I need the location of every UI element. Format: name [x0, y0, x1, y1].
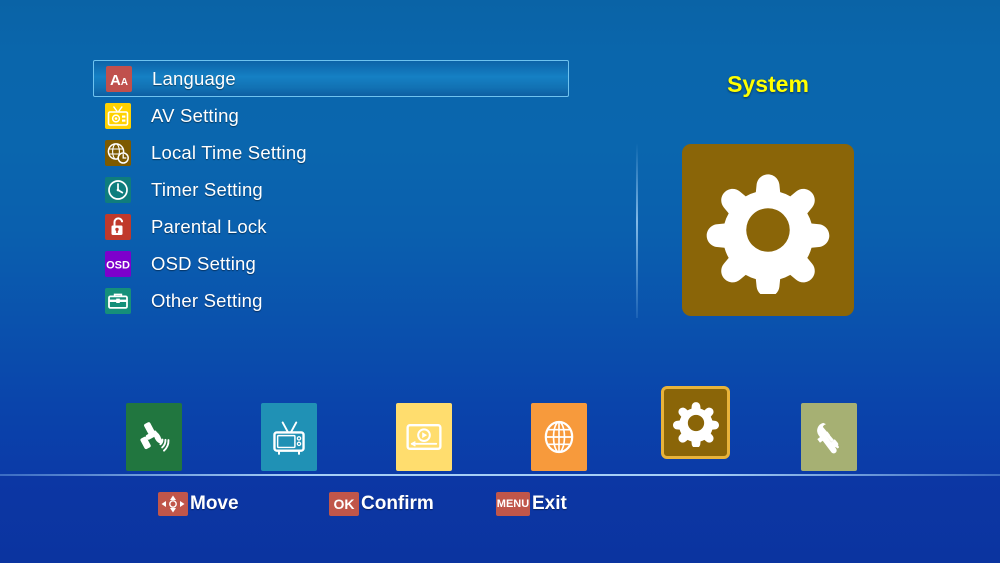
menu-item-other-setting[interactable]: Other Setting [93, 282, 569, 319]
osd-text-icon: OSD [105, 250, 131, 277]
globe-icon [539, 417, 579, 457]
satellite-dish-icon [134, 417, 174, 457]
menu-item-label: Parental Lock [151, 215, 267, 237]
hint-label: Exit [532, 493, 567, 514]
menu-item-label: Language [152, 67, 236, 89]
hint-move[interactable]: Move [158, 491, 239, 517]
ok-key-badge: OK [329, 492, 359, 516]
wrench-tools-icon [809, 417, 849, 457]
menu-item-parental-lock[interactable]: Parental Lock [93, 208, 569, 245]
tv-settings-screen: AA Language AV Setting Local Time Settin… [0, 0, 1000, 563]
category-system[interactable] [661, 386, 730, 459]
system-preview-tile [682, 144, 854, 316]
svg-text:AA: AA [110, 72, 128, 89]
menu-item-language[interactable]: AA Language [93, 60, 569, 97]
svg-text:OSD: OSD [106, 259, 130, 271]
menu-key-badge: MENU [496, 492, 530, 516]
menu-item-label: OSD Setting [151, 252, 257, 274]
menu-item-local-time-setting[interactable]: Local Time Setting [93, 134, 569, 171]
hint-label: Confirm [361, 493, 434, 514]
gear-icon [704, 166, 832, 294]
menu-item-osd-setting[interactable]: OSD OSD Setting [93, 245, 569, 282]
menu-item-label: AV Setting [151, 104, 240, 126]
category-media[interactable] [396, 403, 452, 471]
footer-hint-bar: Move OK Confirm MENU Exit [0, 476, 1000, 563]
menu-item-label: Local Time Setting [151, 141, 307, 163]
hint-exit[interactable]: MENU Exit [496, 491, 567, 517]
tv-camera-icon [105, 102, 131, 129]
hint-confirm[interactable]: OK Confirm [329, 491, 434, 517]
category-satellite[interactable] [126, 403, 182, 471]
clock-icon [105, 176, 131, 203]
hint-label: Move [190, 493, 239, 514]
open-lock-icon [105, 213, 131, 240]
vertical-divider [636, 143, 638, 318]
letters-aa-icon: AA [106, 65, 132, 92]
dpad-arrows-icon [158, 492, 188, 516]
category-tools[interactable] [801, 403, 857, 471]
menu-item-label: Other Setting [151, 289, 263, 311]
briefcase-icon [105, 287, 131, 314]
menu-item-timer-setting[interactable]: Timer Setting [93, 171, 569, 208]
settings-menu-list: AA Language AV Setting Local Time Settin… [93, 60, 569, 319]
media-player-icon [404, 417, 444, 457]
menu-item-label: Timer Setting [151, 178, 263, 200]
category-icon-bar [0, 386, 1000, 475]
television-icon [269, 417, 309, 457]
menu-item-av-setting[interactable]: AV Setting [93, 97, 569, 134]
gear-icon [672, 399, 720, 447]
category-tv[interactable] [261, 403, 317, 471]
page-title: System [727, 71, 809, 97]
globe-clock-icon [105, 139, 131, 166]
category-network[interactable] [531, 403, 587, 471]
